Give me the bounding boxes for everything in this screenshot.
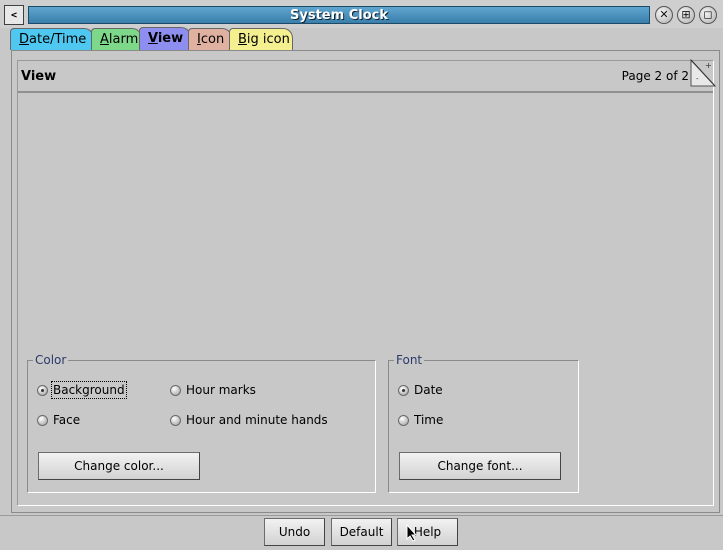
radio-indicator bbox=[398, 414, 409, 426]
radio-label: Face bbox=[53, 413, 81, 427]
radio-indicator bbox=[170, 414, 181, 426]
radio-indicator bbox=[170, 384, 181, 396]
system-menu-icon[interactable]: < bbox=[4, 5, 24, 25]
radio-label: Date bbox=[414, 383, 443, 397]
radio-date[interactable]: Date bbox=[398, 382, 443, 398]
tab-alarm[interactable]: Alarm bbox=[91, 28, 142, 50]
tab-big-icon[interactable]: Big icon bbox=[229, 28, 293, 50]
radio-indicator bbox=[37, 414, 48, 426]
tab-date-time[interactable]: Date/Time bbox=[10, 28, 94, 50]
page-title: View bbox=[21, 69, 57, 84]
radio-label: Hour and minute hands bbox=[186, 413, 328, 427]
radio-label: Hour marks bbox=[186, 383, 256, 397]
iconify-icon[interactable]: ⊞ bbox=[677, 6, 695, 24]
tab-icon[interactable]: Icon bbox=[188, 28, 232, 50]
radio-hour-marks[interactable]: Hour marks bbox=[170, 382, 256, 398]
radio-indicator bbox=[37, 384, 48, 396]
title-bar[interactable]: < System Clock ✕ ⊞ ◻ bbox=[0, 0, 723, 28]
radio-background[interactable]: Background bbox=[37, 381, 127, 399]
maximize-icon[interactable]: ◻ bbox=[699, 6, 717, 24]
default-button[interactable]: Default bbox=[331, 518, 392, 546]
change-font-button[interactable]: Change font... bbox=[399, 452, 561, 480]
undo-button[interactable]: Undo bbox=[264, 518, 325, 546]
change-color-button[interactable]: Change color... bbox=[38, 452, 200, 480]
page-number: Page 2 of 2 bbox=[621, 69, 689, 83]
radio-label: Background bbox=[51, 381, 127, 399]
font-group-legend: Font bbox=[394, 353, 425, 367]
notebook-page: View Page 2 of 2 - + Color Background Fa… bbox=[11, 50, 720, 513]
page-header: View Page 2 of 2 - + bbox=[18, 59, 716, 93]
radio-time[interactable]: Time bbox=[398, 412, 443, 428]
font-group: Font Date Time Change font... bbox=[388, 353, 579, 493]
close-icon[interactable]: ✕ bbox=[655, 6, 673, 24]
radio-indicator bbox=[398, 384, 409, 396]
radio-label: Time bbox=[414, 413, 444, 427]
color-group: Color Background Face Hour marks Hour an… bbox=[27, 353, 376, 493]
color-group-legend: Color bbox=[33, 353, 69, 367]
dialog-button-bar: Undo Default Help bbox=[0, 515, 723, 550]
radio-hour-minute-hands[interactable]: Hour and minute hands bbox=[170, 412, 328, 428]
tab-view[interactable]: View bbox=[139, 27, 191, 51]
svg-text:+: + bbox=[705, 61, 712, 70]
window-title: System Clock bbox=[28, 6, 650, 24]
radio-face[interactable]: Face bbox=[37, 412, 80, 428]
page-turn-icon[interactable]: - + bbox=[690, 59, 716, 87]
mouse-pointer-icon bbox=[406, 524, 418, 542]
page-content: View Page 2 of 2 - + Color Background Fa… bbox=[17, 59, 716, 506]
